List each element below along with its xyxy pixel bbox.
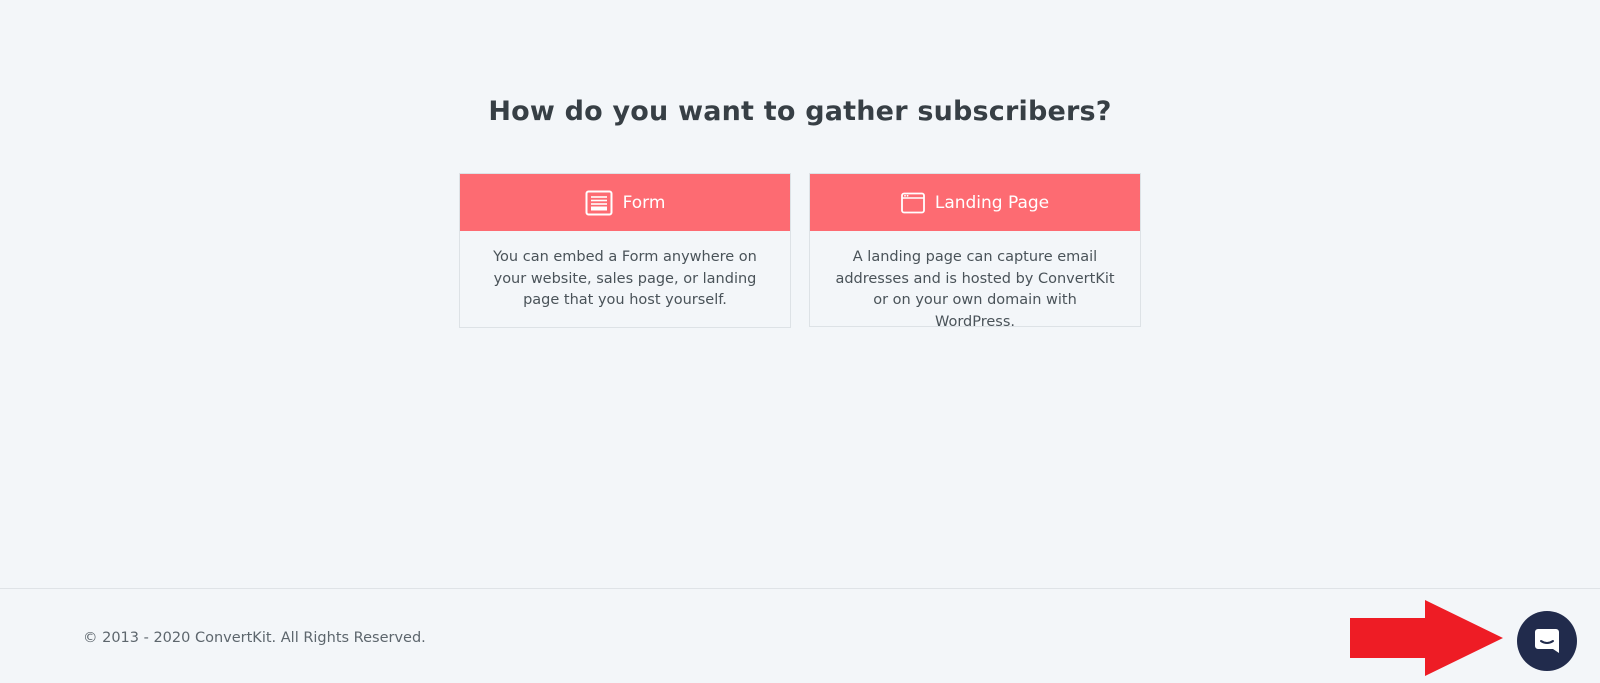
landing-page-option-card[interactable]: Landing Page A landing page can capture … bbox=[809, 173, 1141, 330]
landing-page-card-description: A landing page can capture email address… bbox=[835, 249, 1115, 330]
form-icon bbox=[585, 190, 613, 216]
chat-button[interactable] bbox=[1517, 611, 1577, 671]
form-option-card[interactable]: Form You can embed a Form anywhere on yo… bbox=[459, 173, 791, 328]
page-title: How do you want to gather subscribers? bbox=[488, 96, 1112, 127]
form-card-description: You can embed a Form anywhere on your we… bbox=[493, 249, 757, 308]
footer-divider bbox=[0, 588, 1600, 589]
copyright-text: © 2013 - 2020 ConvertKit. All Rights Res… bbox=[83, 630, 426, 646]
chat-icon bbox=[1535, 629, 1559, 653]
page: How do you want to gather subscribers? F… bbox=[0, 0, 1600, 683]
browser-window-icon bbox=[900, 192, 925, 214]
form-card-title: Form bbox=[622, 192, 666, 213]
form-card-header[interactable]: Form bbox=[460, 174, 790, 231]
landing-page-card-title: Landing Page bbox=[934, 192, 1050, 213]
arrow-right-icon bbox=[1350, 600, 1503, 676]
landing-page-card-header[interactable]: Landing Page bbox=[810, 174, 1140, 231]
